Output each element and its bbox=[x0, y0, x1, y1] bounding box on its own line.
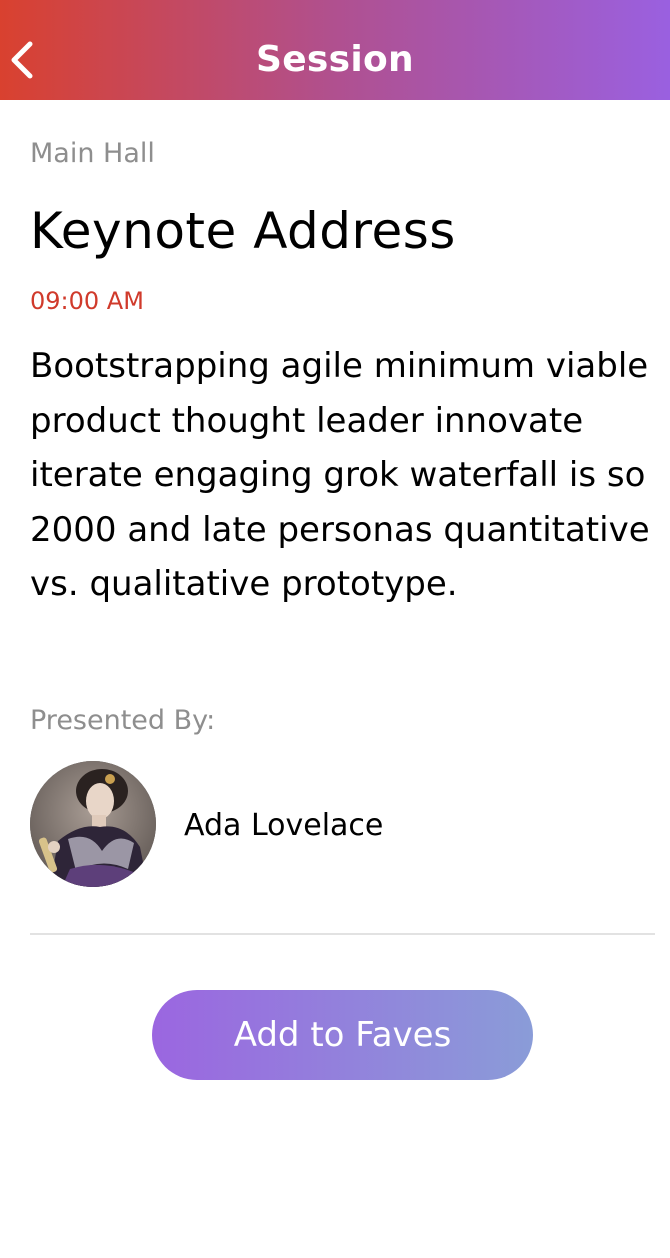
session-description: Bootstrapping agile minimum viable produ… bbox=[30, 346, 650, 604]
divider bbox=[30, 933, 655, 935]
session-title: Keynote Address bbox=[30, 202, 456, 260]
session-time: 09:00 AM bbox=[30, 287, 144, 315]
header-bar: Session bbox=[0, 0, 670, 100]
page-title: Session bbox=[255, 39, 414, 80]
speaker-item[interactable]: Ada Lovelace bbox=[30, 760, 655, 890]
presented-by-label: Presented By: bbox=[30, 705, 216, 736]
speaker-avatar bbox=[30, 761, 156, 887]
add-to-faves-button[interactable]: Add to Faves bbox=[152, 990, 533, 1080]
session-location: Main Hall bbox=[30, 138, 155, 169]
speaker-name: Ada Lovelace bbox=[184, 808, 384, 843]
